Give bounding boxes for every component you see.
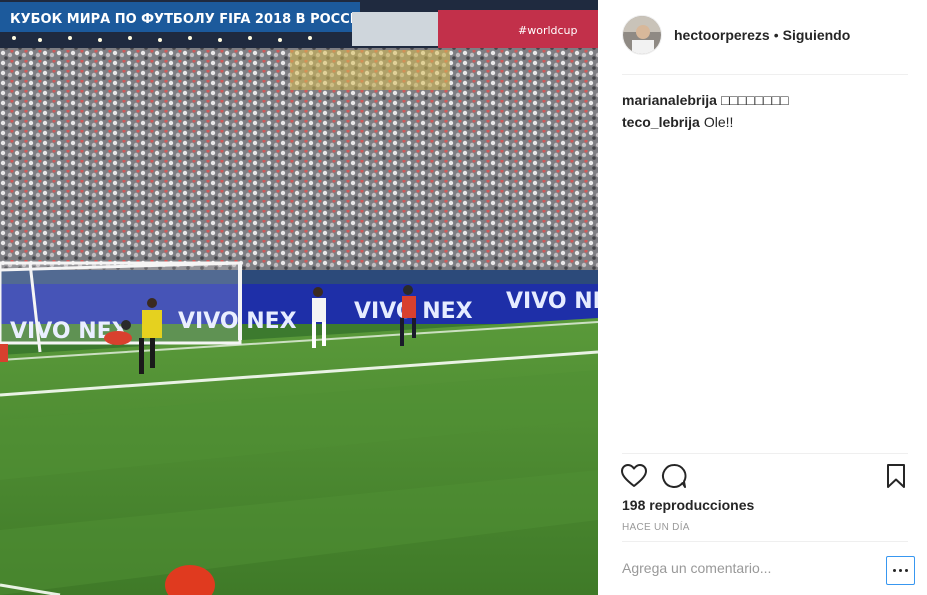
banner-hashtag: #worldcup [518,24,578,37]
view-count-number: 198 [622,497,646,513]
avatar[interactable] [622,15,662,55]
avatar-image [623,16,661,54]
view-count-label: reproducciones [649,497,755,513]
actions-divider [622,453,908,454]
comment-username[interactable]: teco_lebrija [622,114,700,130]
following-button[interactable]: Siguiendo [783,27,851,43]
comment-text: Ole!! [703,114,734,130]
comments-list: marianalebrija □□□□□□□□ teco_lebrija Ole!! [622,89,908,133]
view-count: 198 reproducciones [622,497,754,513]
ad-board-text-4: VIVO NEX [506,289,598,314]
header-separator: • [773,27,779,43]
comment-item: teco_lebrija Ole!! [622,111,908,133]
post-video[interactable]: КУБОК МИРА ПО ФУТБОЛУ FIFA 2018 В РОССИИ… [0,0,598,595]
comment-input[interactable]: Agrega un comentario... [622,560,771,576]
more-options-icon [899,569,902,572]
more-options-button[interactable] [886,556,915,585]
header-divider [622,74,908,75]
comment-icon[interactable] [660,462,688,490]
composer-divider [622,541,908,542]
more-options-icon [893,569,896,572]
post-actions [620,462,910,492]
post-author-username[interactable]: hectoorperezs [674,27,770,43]
more-options-icon [905,569,908,572]
comment-item: marianalebrija □□□□□□□□ [622,89,908,111]
comment-username[interactable]: marianalebrija [622,92,717,108]
heart-icon[interactable] [620,462,648,490]
stadium-banner-text: КУБОК МИРА ПО ФУТБОЛУ FIFA 2018 В РОССИИ [10,12,372,27]
comment-text: □□□□□□□□ [720,92,789,108]
post-timestamp[interactable]: HACE UN DÍA [622,522,690,533]
bookmark-icon[interactable] [882,462,910,490]
video-frame: КУБОК МИРА ПО ФУТБОЛУ FIFA 2018 В РОССИИ… [0,0,598,595]
post-header: hectoorperezs • Siguiendo [622,15,908,55]
